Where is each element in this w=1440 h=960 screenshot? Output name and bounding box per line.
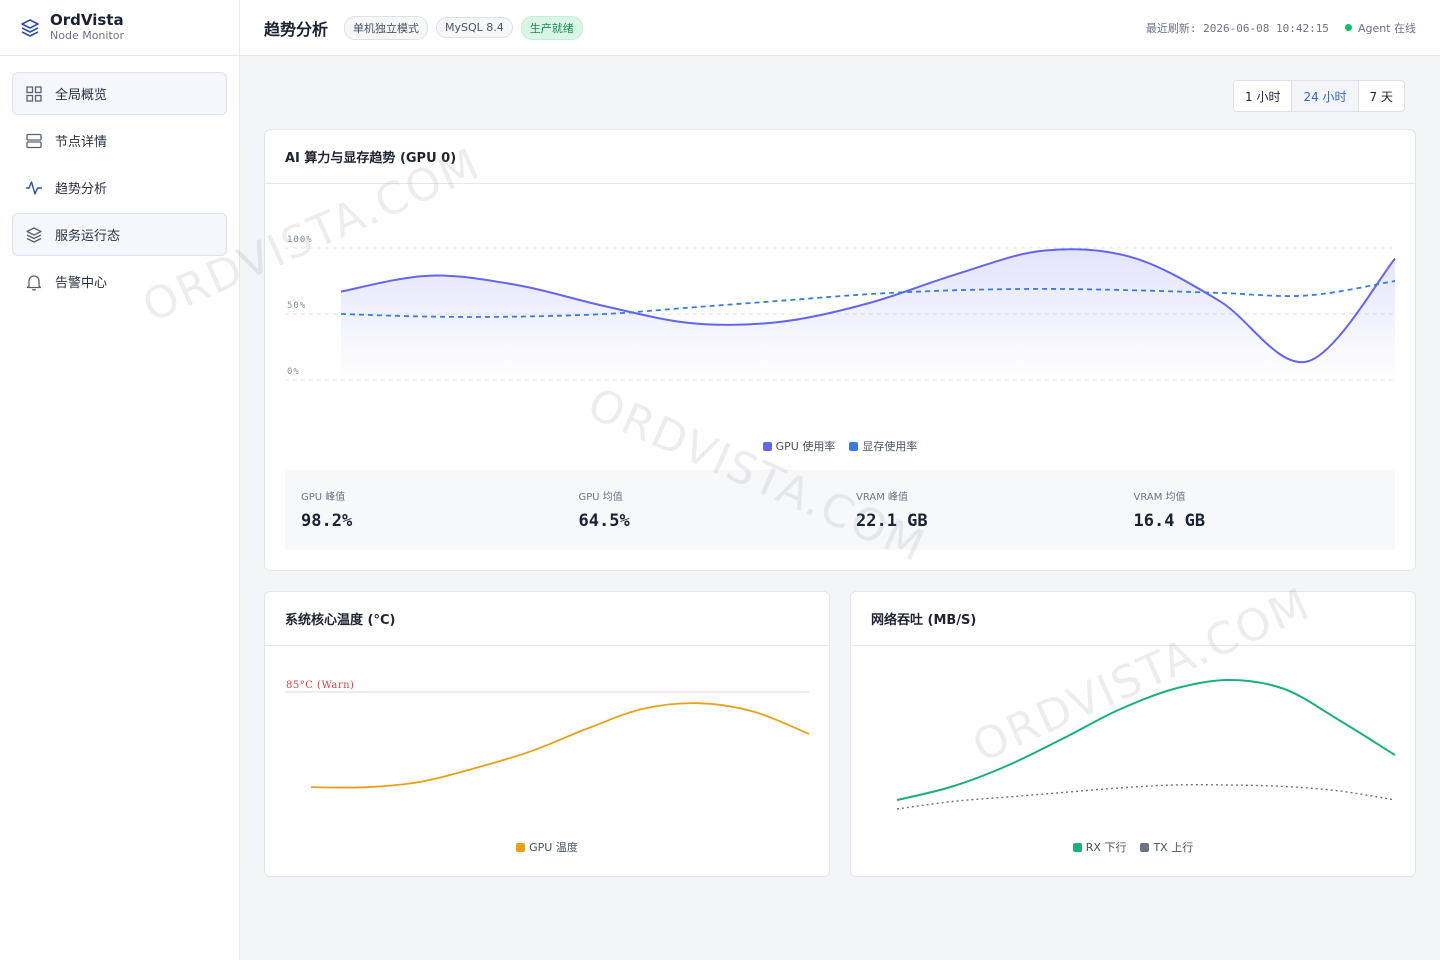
grid-icon [25,85,43,103]
brand-subtitle: Node Monitor [50,29,125,42]
y-tick-label: 0% [287,367,300,377]
stat-vram-avg: VRAM 均值 16.4 GB [1118,470,1396,550]
stat-label: GPU 峰值 [301,492,346,503]
sidebar-item-label: 节点详情 [55,135,108,150]
card-title: 网络吞吐 (MB/S) [851,592,1415,646]
stat-value: 22.1 GB [856,511,928,531]
temperature-chart: 85°C (Warn) [285,680,810,789]
sidebar-item-overview[interactable]: 全局概览 [12,72,227,115]
legend-swatch [516,842,526,852]
database-badge: MySQL 8.4 [436,17,513,38]
layers-icon [25,226,43,244]
stat-label: GPU 均值 [578,492,623,503]
legend-swatch [1140,842,1150,852]
y-tick-label: 50% [287,301,306,311]
stat-value: 16.4 GB [1133,511,1206,531]
brand-title: OrdVista [50,11,124,29]
stat-gpu-peak: GPU 峰值 98.2% [285,470,563,550]
series-line [310,702,810,789]
network-chart [896,678,1396,810]
legend-swatch [849,441,859,451]
legend-label: RX 下行 [1085,841,1127,854]
gpu-stats-panel: GPU 峰值 98.2% GPU 均值 64.5% VRAM 峰值 22.1 GB V… [285,470,1395,550]
status-badge: 生产就绪 [520,15,583,40]
legend-label: 显存使用率 [862,440,918,453]
server-icon [25,132,43,150]
series-line [896,784,1396,810]
agent-status: Agent 在线 [1357,21,1416,35]
sidebar-item-trends[interactable]: 趋势分析 [12,166,227,209]
stat-value: 98.2% [301,511,353,531]
stat-label: VRAM 均值 [1133,492,1186,503]
range-1h-button[interactable]: 1 小时 [1234,81,1293,111]
series-line [896,678,1396,801]
legend-item[interactable]: RX 下行 [1072,839,1127,855]
legend-swatch [1072,842,1082,852]
gpu-chart: 100% 50% 0% [285,235,1396,381]
legend-item[interactable]: 显存使用率 [849,438,917,454]
network-chart-legend: RX 下行 TX 上行 [851,839,1415,855]
page-title: 趋势分析 [264,19,329,39]
sidebar-item-label: 全局概览 [55,88,108,103]
legend-label: GPU 温度 [529,841,578,854]
sidebar-item-alerts[interactable]: 告警中心 [12,260,227,303]
sidebar-nav: 全局概览 节点详情 趋势分析 服务运行态 告警中心 [0,56,239,323]
range-24h-button[interactable]: 24 小时 [1292,81,1359,111]
card-title: AI 算力与显存趋势 (GPU 0) [265,130,1415,184]
threshold-label: 85°C (Warn) [286,680,354,691]
activity-icon [25,179,43,197]
legend-item[interactable]: GPU 温度 [516,839,578,855]
layers-icon [20,18,40,38]
temperature-chart-legend: GPU 温度 [265,839,829,855]
stat-vram-peak: VRAM 峰值 22.1 GB [840,470,1118,550]
refresh-timestamp: 最近刷新: 2026-06-08 10:42:15 [1145,21,1329,35]
sidebar-item-node-details[interactable]: 节点详情 [12,119,227,162]
header-status: 最近刷新: 2026-06-08 10:42:15 Agent 在线 [1146,20,1416,36]
bell-icon [25,273,43,291]
sidebar-item-label: 趋势分析 [55,182,108,197]
time-range-selector: 1 小时 24 小时 7 天 [1233,80,1405,112]
online-dot-icon [1344,24,1352,31]
gpu-trend-card: AI 算力与显存趋势 (GPU 0) 100% 50% 0% GPU 使用率 显存使… [264,129,1416,571]
brand[interactable]: OrdVista Node Monitor [0,0,239,56]
sidebar: OrdVista Node Monitor 全局概览 节点详情 趋势分析 服务运… [0,0,240,960]
stat-label: VRAM 峰值 [856,492,909,503]
y-tick-label: 100% [287,235,313,245]
legend-swatch [762,441,772,451]
temperature-card: 系统核心温度 (°C) 85°C (Warn) GPU 温度 [264,591,830,877]
legend-item[interactable]: GPU 使用率 [762,438,836,454]
sidebar-item-label: 服务运行态 [55,229,121,244]
top-header: 趋势分析 单机独立模式 MySQL 8.4 生产就绪 最近刷新: 2026-06… [240,0,1440,56]
gpu-chart-legend: GPU 使用率 显存使用率 [265,438,1415,454]
stat-value: 64.5% [578,511,630,531]
sidebar-item-label: 告警中心 [55,276,108,291]
legend-label: TX 上行 [1153,841,1194,854]
network-card: 网络吞吐 (MB/S) RX 下行 TX 上行 [850,591,1416,877]
range-7d-button[interactable]: 7 天 [1358,81,1404,111]
stat-gpu-avg: GPU 均值 64.5% [563,470,841,550]
card-title: 系统核心温度 (°C) [265,592,829,646]
mode-badge: 单机独立模式 [344,15,429,40]
legend-label: GPU 使用率 [775,440,836,453]
legend-item[interactable]: TX 上行 [1140,839,1193,855]
sidebar-item-services[interactable]: 服务运行态 [12,213,227,256]
